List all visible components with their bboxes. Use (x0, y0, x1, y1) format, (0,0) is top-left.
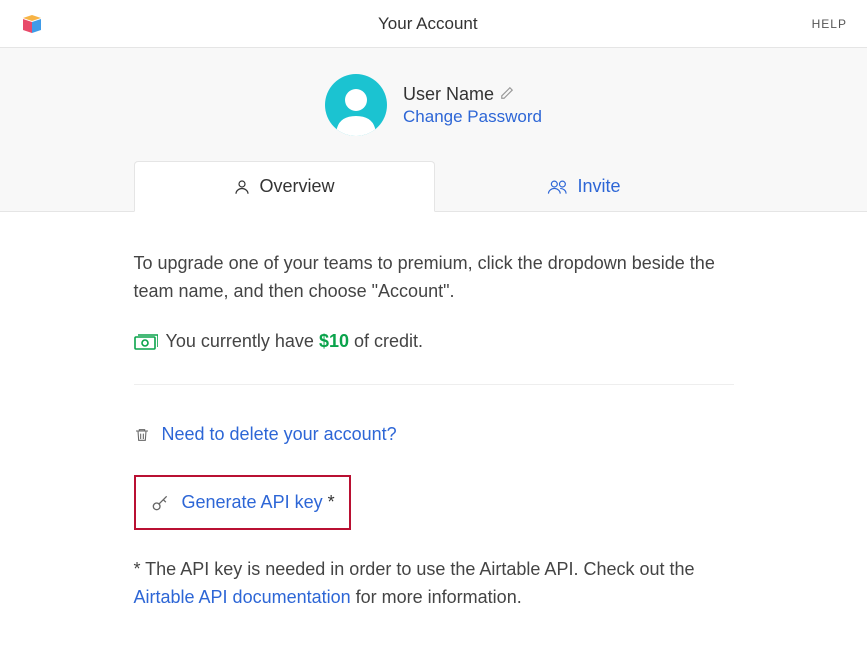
people-icon (547, 178, 569, 196)
content: To upgrade one of your teams to premium,… (134, 212, 734, 612)
api-key-text: Generate API key * (182, 489, 335, 517)
tab-overview-label: Overview (259, 176, 334, 197)
profile-section: User Name Change Password Overview (0, 48, 867, 212)
key-icon (150, 493, 170, 513)
api-key-highlight: Generate API key * (134, 475, 351, 531)
change-password-link[interactable]: Change Password (403, 107, 542, 127)
credit-suffix: of credit. (349, 331, 423, 351)
credit-row: You currently have $10 of credit. (134, 328, 734, 356)
credit-prefix: You currently have (166, 331, 319, 351)
help-link[interactable]: HELP (812, 17, 847, 31)
credit-amount: $10 (319, 331, 349, 351)
person-icon (233, 178, 251, 196)
header: Your Account HELP (0, 0, 867, 48)
money-icon (134, 332, 158, 352)
pencil-icon[interactable] (500, 84, 514, 105)
divider (134, 384, 734, 385)
profile-row: User Name Change Password (0, 68, 867, 160)
credit-text: You currently have $10 of credit. (166, 328, 424, 356)
username: User Name (403, 84, 494, 105)
tab-overview[interactable]: Overview (134, 161, 435, 212)
profile-info: User Name Change Password (403, 84, 542, 127)
upgrade-text: To upgrade one of your teams to premium,… (134, 250, 734, 306)
logo[interactable] (20, 12, 44, 36)
delete-account-link[interactable]: Need to delete your account? (162, 421, 397, 449)
trash-icon (134, 425, 150, 445)
api-key-note: * The API key is needed in order to use … (134, 556, 734, 612)
delete-account-row: Need to delete your account? (134, 421, 734, 449)
username-row: User Name (403, 84, 542, 105)
generate-api-key-link[interactable]: Generate API key (182, 492, 323, 512)
page-title: Your Account (378, 14, 478, 34)
tabs: Overview Invite (134, 161, 734, 212)
api-docs-link[interactable]: Airtable API documentation (134, 587, 351, 607)
tab-invite[interactable]: Invite (435, 161, 734, 212)
note-suffix: for more information. (351, 587, 522, 607)
note-prefix: * The API key is needed in order to use … (134, 559, 695, 579)
tab-invite-label: Invite (577, 176, 620, 197)
avatar (325, 74, 387, 136)
asterisk: * (328, 492, 335, 512)
